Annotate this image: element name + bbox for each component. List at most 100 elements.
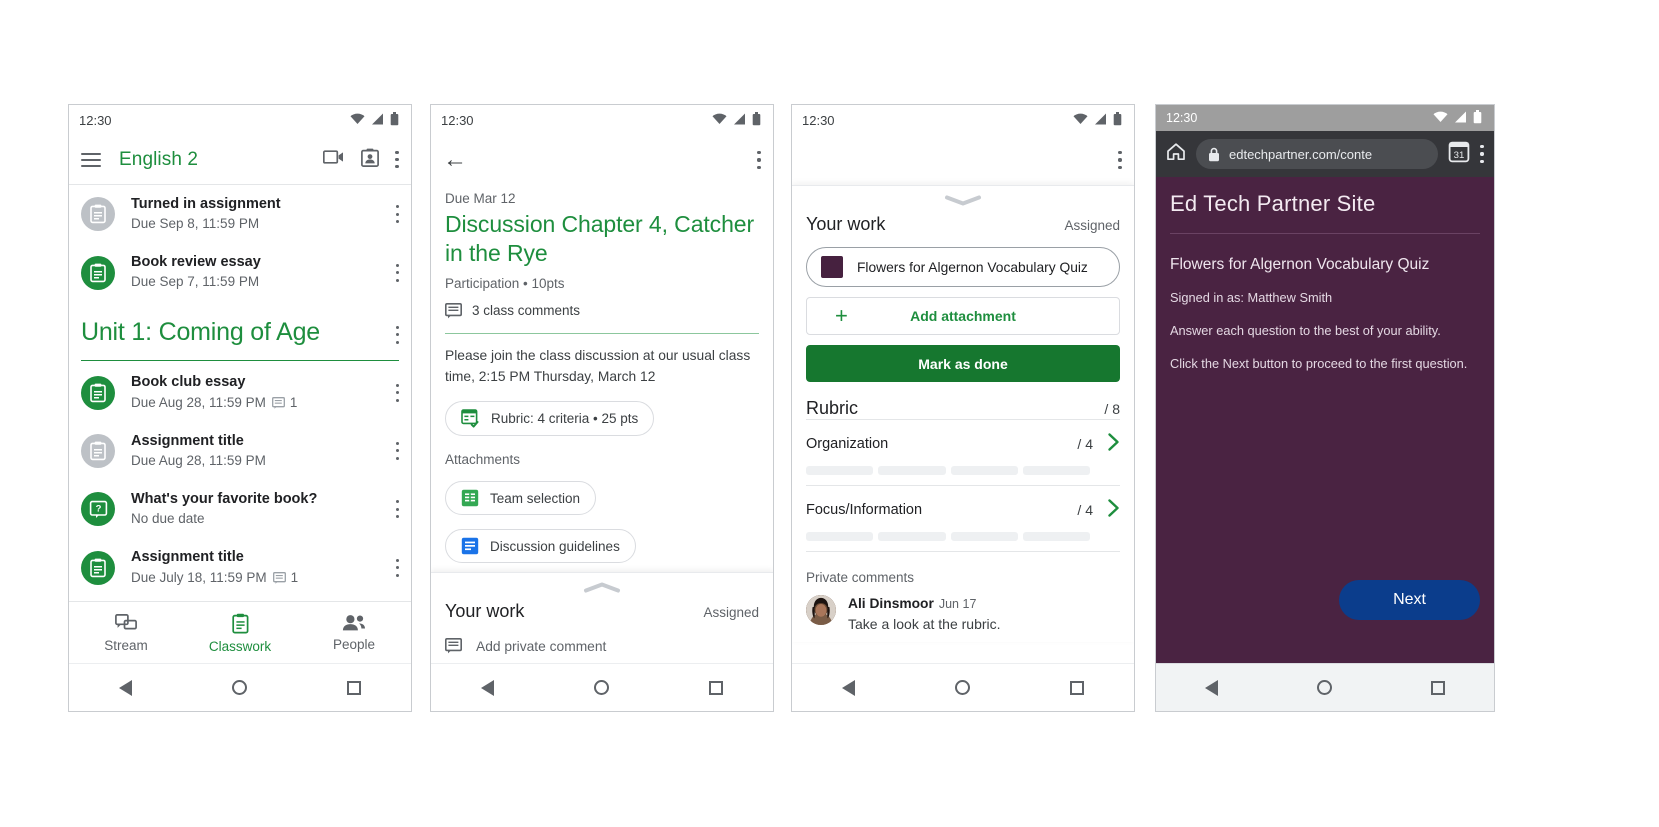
battery-icon	[390, 111, 399, 129]
home-icon[interactable]	[1166, 142, 1186, 166]
people-icon	[342, 615, 365, 631]
list-item-menu-icon[interactable]	[395, 383, 399, 402]
criterion-name: Organization	[806, 436, 889, 452]
menu-icon[interactable]	[81, 152, 101, 167]
question-icon: ?	[81, 492, 115, 527]
work-status-badge: Assigned	[703, 605, 759, 620]
list-item-title: Turned in assignment	[131, 196, 281, 212]
video-camera-icon[interactable]	[322, 149, 345, 170]
status-time: 12:30	[79, 112, 112, 128]
overflow-menu-icon[interactable]	[395, 150, 399, 169]
rubric-criterion-row[interactable]: Organization / 4	[806, 419, 1120, 485]
comment-author: Ali Dinsmoor	[848, 596, 934, 611]
criterion-levels	[806, 532, 1120, 541]
system-back-icon[interactable]	[842, 679, 855, 696]
rubric-title: Rubric	[806, 398, 859, 418]
status-bar: 12:30	[792, 105, 1134, 135]
system-home-icon[interactable]	[1316, 680, 1332, 695]
signal-icon	[371, 113, 384, 128]
system-recents-icon[interactable]	[1070, 680, 1084, 695]
bottom-nav-people-label: People	[332, 637, 376, 652]
list-item[interactable]: Turned in assignment Due Sep 8, 11:59 PM	[69, 185, 411, 243]
work-attachment-label: Flowers for Algernon Vocabulary Quiz	[857, 259, 1088, 275]
rubric-chip[interactable]: Rubric: 4 criteria • 25 pts	[445, 401, 655, 437]
add-private-comment[interactable]: Add private comment	[445, 638, 759, 654]
list-item[interactable]: ? What's your favorite book? No due date	[69, 480, 411, 538]
comment-count: 1	[271, 394, 297, 412]
wifi-icon	[712, 113, 727, 128]
work-attachment-chip[interactable]: Flowers for Algernon Vocabulary Quiz	[806, 247, 1120, 287]
bottom-nav-classwork[interactable]: Classwork	[183, 613, 297, 654]
list-item[interactable]: Assignment title Due July 18, 11:59 PM 1	[69, 538, 411, 596]
system-home-icon[interactable]	[594, 680, 609, 695]
comment-text: Take a look at the rubric.	[848, 616, 1001, 632]
overflow-menu-icon[interactable]	[757, 151, 761, 169]
attachment-chip-discussion-guidelines[interactable]: Discussion guidelines	[445, 529, 636, 564]
stream-icon	[115, 613, 137, 629]
list-item-subtitle: Due Aug 28, 11:59 PM 1	[131, 394, 395, 412]
list-item-texts: Assignment title Due Aug 28, 11:59 PM	[131, 432, 395, 470]
system-recents-icon[interactable]	[1430, 680, 1445, 695]
tab-count-icon[interactable]: 31	[1448, 141, 1470, 168]
private-comments-title: Private comments	[806, 570, 915, 585]
system-home-icon[interactable]	[955, 680, 970, 695]
system-back-icon[interactable]	[481, 679, 494, 696]
list-item[interactable]: Book club essay Due Aug 28, 11:59 PM 1	[69, 363, 411, 421]
list-item-texts: Assignment title Due July 18, 11:59 PM 1	[131, 548, 395, 586]
overflow-menu-icon[interactable]	[1118, 151, 1122, 169]
list-item-menu-icon[interactable]	[395, 263, 399, 282]
system-navigation-bar	[431, 663, 773, 711]
status-bar: 12:30	[69, 105, 411, 135]
sheet-header: Your work Assigned	[806, 214, 1120, 235]
list-item-texts: Turned in assignment Due Sep 8, 11:59 PM	[131, 195, 395, 233]
list-item-menu-icon[interactable]	[395, 441, 399, 460]
address-bar[interactable]: edtechpartner.com/conte	[1196, 139, 1438, 169]
criterion-levels	[806, 466, 1120, 475]
attachment-chip-team-selection[interactable]: Team selection	[445, 481, 597, 516]
bottom-nav-stream[interactable]: Stream	[69, 613, 183, 653]
bottom-nav-stream-label: Stream	[104, 637, 148, 653]
list-item[interactable]: Book review essay Due Sep 7, 11:59 PM	[69, 243, 411, 301]
add-attachment-button[interactable]: + Add attachment	[806, 297, 1120, 335]
system-recents-icon[interactable]	[347, 680, 361, 695]
rubric-criterion-row[interactable]: Focus/Information / 4	[806, 485, 1120, 551]
mark-as-done-button[interactable]: Mark as done	[806, 345, 1120, 382]
sheet-collapse-handle[interactable]	[806, 186, 1120, 212]
next-button[interactable]: Next	[1339, 580, 1480, 620]
back-icon[interactable]: ←	[443, 148, 467, 172]
url-text: edtechpartner.com/conte	[1229, 146, 1373, 162]
assignment-detail: Due Mar 12 Discussion Chapter 4, Catcher…	[431, 191, 773, 564]
class-comments[interactable]: 3 class comments	[445, 302, 759, 319]
list-item-subtitle: No due date	[131, 511, 205, 527]
list-item-menu-icon[interactable]	[395, 205, 399, 224]
status-icons	[712, 111, 761, 129]
phone-your-work-expanded: 12:30 Your work Assigned Flowers for Alg…	[791, 104, 1135, 712]
chevron-right-icon[interactable]	[1107, 498, 1120, 522]
list-item-menu-icon[interactable]	[395, 558, 399, 577]
system-navigation-bar	[1156, 663, 1494, 711]
signed-in-as: Signed in as: Matthew Smith	[1170, 290, 1333, 305]
browser-menu-icon[interactable]	[1480, 145, 1484, 163]
system-recents-icon[interactable]	[709, 680, 723, 695]
comment-date: Jun 17	[938, 597, 977, 611]
bottom-nav-people[interactable]: People	[297, 614, 411, 652]
contact-badge-icon[interactable]	[361, 148, 379, 172]
chevron-right-icon[interactable]	[1107, 432, 1120, 456]
system-back-icon[interactable]	[1205, 679, 1219, 696]
mark-as-done-label: Mark as done	[918, 355, 1008, 372]
criterion-header: Organization / 4	[806, 432, 1120, 456]
system-home-icon[interactable]	[232, 680, 247, 695]
top-assignments-list: Turned in assignment Due Sep 8, 11:59 PM…	[69, 185, 411, 302]
assignment-icon	[81, 550, 115, 585]
sheet-header: Your work Assigned	[445, 601, 759, 622]
app-bar: English 2	[69, 135, 411, 185]
system-back-icon[interactable]	[119, 679, 132, 696]
assignment-icon	[81, 433, 115, 468]
svg-text:?: ?	[95, 503, 101, 514]
criterion-name: Focus/Information	[806, 502, 923, 518]
attachment-thumbnail-icon	[821, 256, 843, 278]
unit-menu-icon[interactable]	[395, 325, 399, 344]
sheet-expand-handle[interactable]	[445, 573, 759, 599]
list-item-menu-icon[interactable]	[395, 500, 399, 519]
list-item[interactable]: Assignment title Due Aug 28, 11:59 PM	[69, 422, 411, 480]
